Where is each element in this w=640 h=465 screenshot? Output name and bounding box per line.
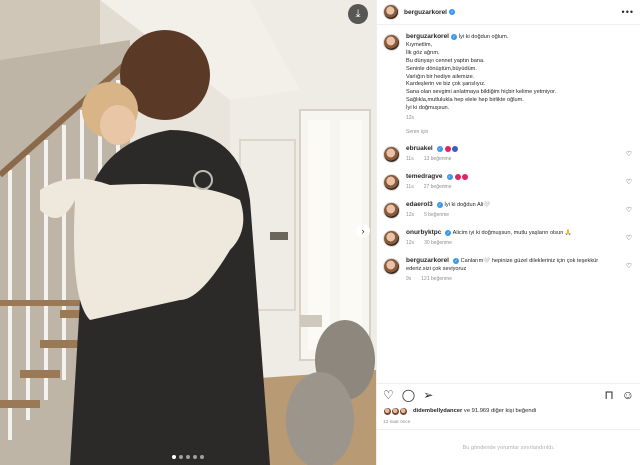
comment-time: 12s <box>406 240 415 247</box>
post-caption: berguzarkorel ✓ İyi ki doğdun oğlum. Kıym… <box>383 33 634 121</box>
caption-author[interactable]: berguzarkorel <box>406 33 449 40</box>
avatar[interactable] <box>383 146 400 164</box>
download-icon[interactable]: ⤓ <box>348 4 368 24</box>
heart-emoji-icon <box>455 173 462 180</box>
comment-author[interactable]: berguzarkorel <box>406 257 449 264</box>
avatar <box>399 406 408 416</box>
comment: edaerol3 ✓ İyi ki doğdun Ali🤍 12s 5 beğenm… <box>383 201 634 220</box>
comment: berguzarkorel ✓ Canlarım🤍 hepinize güzel … <box>383 257 634 282</box>
avatar[interactable] <box>383 258 400 276</box>
heart-icon[interactable]: ♡ <box>626 178 632 186</box>
comment-likes[interactable]: 5 beğenme <box>424 212 449 218</box>
heart-emoji-icon <box>445 145 452 152</box>
post-modal: ⤓ › berguzarkorel ✓ ••• berguzarkorel ✓ İ <box>0 0 640 465</box>
caption-text: berguzarkorel ✓ İyi ki doğdun oğlum. Kıym… <box>406 33 556 113</box>
comment-time: 11s <box>406 156 414 163</box>
comment-time: 11s <box>406 184 414 191</box>
verified-icon: ✓ <box>436 201 443 208</box>
comment-author[interactable]: onurbyktpc <box>406 229 441 236</box>
comment: onurbyktpc ✓ Alicim iyi ki doğmuşsun, mut… <box>383 229 634 248</box>
comment-likes[interactable]: 30 beğenme <box>424 240 452 246</box>
caption-line: İyi ki doğdun oğlum. <box>458 34 509 40</box>
caption-line: Sağlıkla,mutlulukla hep elele hep birlik… <box>406 97 524 104</box>
caption-line: Kardeşlerin ve biz çok şanslıyız. <box>406 81 486 88</box>
heart-icon[interactable]: ♡ <box>626 234 632 242</box>
caption-line: Sana olan sevgimi anlatmaya bildiğim hiç… <box>406 89 557 96</box>
post-time: 12 saat önce <box>383 420 411 425</box>
verified-icon: ✓ <box>451 33 457 40</box>
comment: ebruakel ✓ 11s 13 beğenme ♡ <box>383 145 634 164</box>
heart-emoji-icon <box>462 173 469 180</box>
caption-line: İyi ki doğmuşsun. <box>406 105 450 112</box>
post-actions: ♡ ◯ ➢ ⊓ ☺ <box>377 383 640 405</box>
heart-icon[interactable]: ♡ <box>383 388 394 402</box>
more-options-icon[interactable]: ••• <box>622 7 634 17</box>
carousel-dot[interactable] <box>186 455 190 459</box>
verified-icon: ✓ <box>446 173 453 180</box>
caption-time: 12s <box>406 115 415 122</box>
comment-icon[interactable]: ◯ <box>402 388 415 402</box>
bookmark-icon[interactable]: ⊓ <box>604 388 613 402</box>
heart-icon[interactable]: ♡ <box>626 206 632 214</box>
carousel-dot[interactable] <box>179 455 183 459</box>
comment-author[interactable]: ebruakel <box>406 145 433 152</box>
emoji-icon <box>452 145 459 152</box>
avatar[interactable] <box>383 4 399 20</box>
heart-icon[interactable]: ♡ <box>626 150 632 158</box>
emoji-icon[interactable]: ☺ <box>622 388 634 402</box>
verified-icon: ✓ <box>453 257 459 264</box>
comment-likes[interactable]: 13 beğenme <box>424 156 452 162</box>
avatar[interactable] <box>383 230 400 248</box>
post-header: berguzarkorel ✓ ••• <box>377 0 640 25</box>
likes-summary[interactable]: didembellydancer ve 91.969 diğer kişi be… <box>377 405 640 417</box>
caption-line: İlk göz ağrım. <box>406 49 440 56</box>
caption-line: Varlığın bir hediye ailemize. <box>406 73 475 80</box>
comment-likes[interactable]: 27 beğenme <box>424 184 452 190</box>
avatar[interactable] <box>383 202 400 220</box>
likes-user[interactable]: didembellydancer <box>413 408 462 414</box>
comment-input: Bu gönderide yorumlar sınırlandırıldı. <box>377 429 640 465</box>
carousel-dot[interactable] <box>172 455 176 459</box>
photo-scene <box>0 0 376 465</box>
comment-author[interactable]: edaerol3 <box>406 201 433 208</box>
comment: temedragve ✓ 11s 27 beğenme ♡ <box>383 173 634 192</box>
heart-icon[interactable]: ♡ <box>626 262 632 270</box>
comment-text: Alicim iyi ki doğmuşsun, mutlu yaşların … <box>452 230 572 237</box>
likes-text: ve 91.969 diğer kişi beğendi <box>463 408 537 414</box>
share-icon[interactable]: ➢ <box>423 388 433 402</box>
translation-link[interactable]: Seren için <box>406 129 634 135</box>
post-photo[interactable]: ⤓ › <box>0 0 376 465</box>
caption-line: Seninle dönüştüm,büyüdüm. <box>406 65 477 72</box>
comments-scroll[interactable]: berguzarkorel ✓ İyi ki doğdun oğlum. Kıym… <box>377 25 640 383</box>
comment-time: 9s <box>406 276 412 283</box>
comment-likes[interactable]: 121 beğenme <box>421 276 452 282</box>
post-author[interactable]: berguzarkorel <box>404 9 447 16</box>
avatar[interactable] <box>383 174 400 192</box>
carousel-dot[interactable] <box>200 455 204 459</box>
avatar[interactable] <box>383 34 400 51</box>
verified-icon: ✓ <box>445 229 452 236</box>
comment-time: 12s <box>406 212 415 219</box>
post-sidebar: berguzarkorel ✓ ••• berguzarkorel ✓ İyi k… <box>376 0 640 465</box>
carousel-dot[interactable] <box>193 455 197 459</box>
carousel-dots <box>0 455 376 459</box>
caption-line: Kıymetlim, <box>406 41 433 48</box>
verified-icon: ✓ <box>449 9 455 15</box>
comment-author[interactable]: temedragve <box>406 173 443 180</box>
comment-text: İyi ki doğdun Ali🤍 <box>444 202 491 209</box>
chevron-right-icon[interactable]: › <box>356 224 370 238</box>
caption-line: Bu dünyayı cennet yaptın bana. <box>406 57 485 64</box>
verified-icon: ✓ <box>436 145 443 152</box>
